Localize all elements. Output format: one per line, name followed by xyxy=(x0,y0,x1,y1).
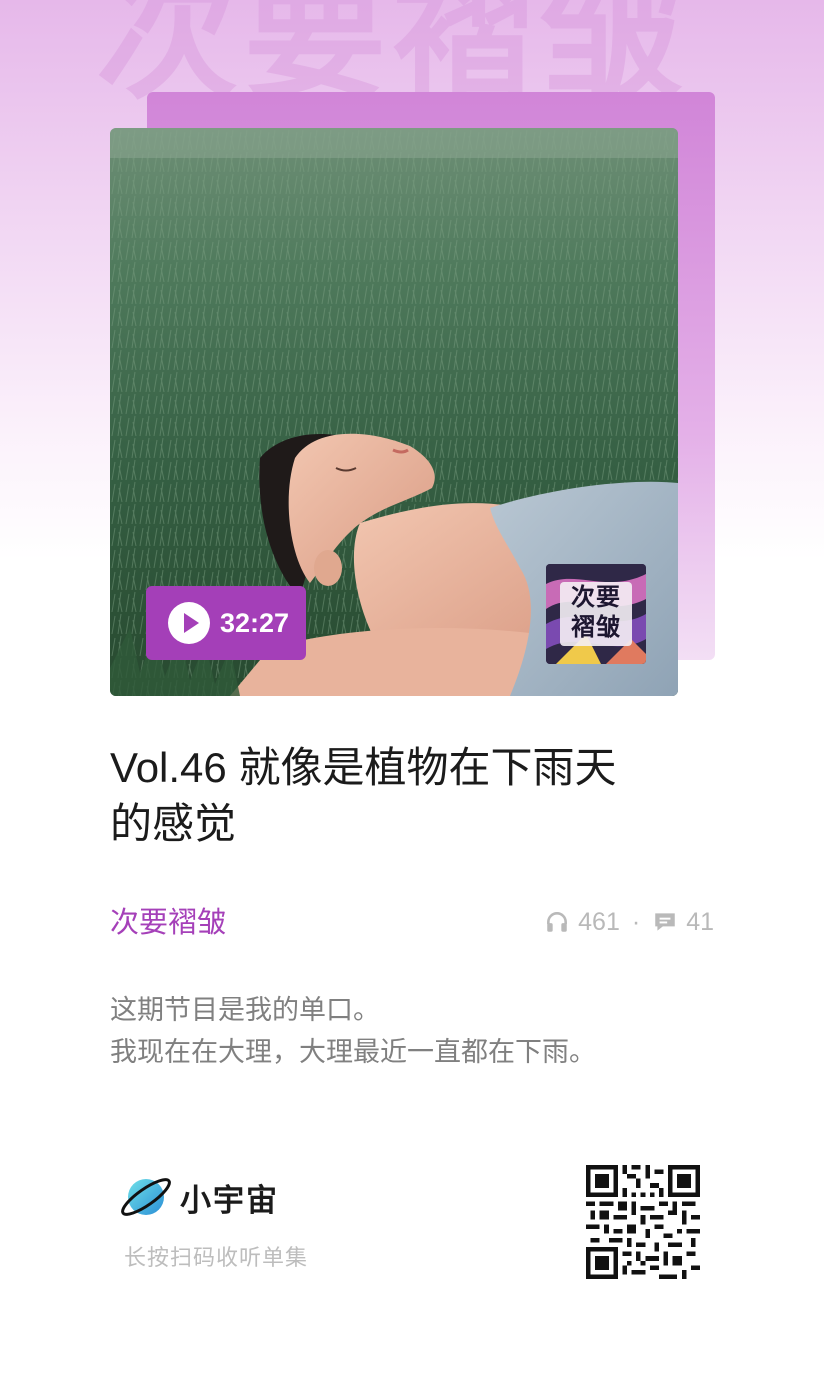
description-line1: 这期节目是我的单口。 xyxy=(110,995,380,1026)
episode-title-line1: Vol.46 就像是植物在下雨天 xyxy=(110,744,617,791)
scan-hint: 长按扫码收听单集 xyxy=(124,1246,309,1271)
duration-badge[interactable]: 32:27 xyxy=(146,586,306,660)
brand: 小宇宙 xyxy=(118,1172,279,1222)
qr-code[interactable] xyxy=(586,1165,700,1279)
comment-count: 41 xyxy=(686,907,714,936)
episode-duration: 32:27 xyxy=(220,607,290,638)
stats-separator: · xyxy=(631,907,641,936)
podcast-logo-text: 次要 褶皱 xyxy=(571,582,621,641)
episode-description: 这期节目是我的单口。 我现在在大理，大理最近一直都在下雨。 xyxy=(110,990,710,1074)
play-icon[interactable] xyxy=(168,602,210,644)
comment-icon xyxy=(655,913,675,931)
podcast-logo: 次要 褶皱 xyxy=(546,564,646,664)
headphones-icon xyxy=(547,912,568,932)
episode-cover[interactable]: 32:27 次要 褶皱 xyxy=(110,92,715,697)
description-line2: 我现在在大理，大理最近一直都在下雨。 xyxy=(110,1037,596,1068)
planet-logo-icon xyxy=(121,1178,171,1216)
cover-photo: 32:27 次要 褶皱 xyxy=(110,128,678,696)
podcast-name-link[interactable]: 次要褶皱 xyxy=(110,900,226,944)
play-count: 461 xyxy=(578,907,620,936)
episode-title: Vol.46 就像是植物在下雨天 的感觉 xyxy=(110,740,710,852)
episode-meta: 次要褶皱 461 · 41 xyxy=(110,900,714,944)
episode-stats: 461 · 41 xyxy=(544,900,714,944)
brand-name: 小宇宙 xyxy=(180,1182,279,1219)
episode-title-line2: 的感觉 xyxy=(110,800,237,847)
